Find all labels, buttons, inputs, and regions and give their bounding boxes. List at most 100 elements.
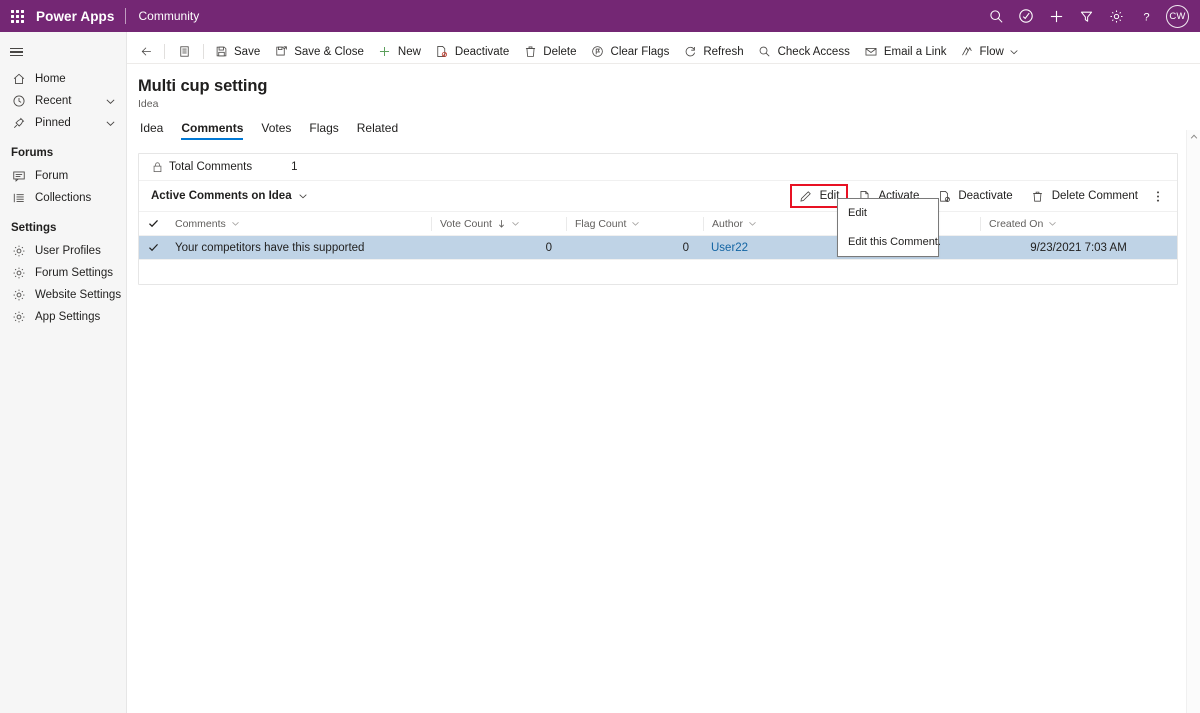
feedback-icon[interactable] xyxy=(1011,0,1041,32)
sidebar-item-label: User Profiles xyxy=(35,245,101,257)
total-comments-value: 1 xyxy=(291,161,298,173)
avatar[interactable]: CW xyxy=(1166,4,1189,28)
chevron-down-icon[interactable] xyxy=(511,219,520,228)
pin-icon xyxy=(11,115,27,131)
trash-icon xyxy=(1031,189,1045,203)
sidebar-item-label: Pinned xyxy=(35,117,71,129)
chevron-down-icon[interactable] xyxy=(748,219,757,228)
comments-card: Total Comments 1 Active Comments on Idea xyxy=(138,153,1178,285)
sidebar-item-label: Home xyxy=(35,73,66,85)
sort-descending-icon xyxy=(497,219,506,229)
save-close-icon xyxy=(274,45,288,59)
new-button[interactable]: New xyxy=(371,40,428,64)
brand-title[interactable]: Power Apps xyxy=(34,9,125,24)
sidebar-item-recent[interactable]: Recent xyxy=(0,90,126,112)
forum-icon xyxy=(11,168,27,184)
vertical-scrollbar[interactable] xyxy=(1186,130,1200,713)
subgrid-view-label: Active Comments on Idea xyxy=(151,190,292,202)
command-label: Save xyxy=(234,45,261,58)
chevron-down-icon[interactable] xyxy=(105,118,116,129)
chevron-down-icon[interactable] xyxy=(1048,219,1057,228)
total-comments-label: Total Comments xyxy=(169,161,253,173)
deactivate-button[interactable]: Deactivate xyxy=(428,40,516,64)
tab-votes[interactable]: Votes xyxy=(252,121,300,140)
check-access-icon xyxy=(758,45,772,59)
subgrid-view-selector[interactable]: Active Comments on Idea xyxy=(151,190,308,202)
plus-icon xyxy=(378,45,392,59)
form-selector-button[interactable] xyxy=(168,40,200,64)
table-row[interactable]: Your competitors have this supported 0 0… xyxy=(139,236,1177,260)
row-checkbox[interactable] xyxy=(139,242,167,253)
sidebar-item-home[interactable]: Home xyxy=(0,68,126,90)
clear-flags-button[interactable]: Clear Flags xyxy=(584,40,677,64)
sidebar-item-collections[interactable]: Collections xyxy=(0,187,126,209)
scroll-up-icon[interactable] xyxy=(1187,130,1200,144)
add-icon[interactable] xyxy=(1041,0,1071,32)
sidebar-group-settings: Settings xyxy=(11,222,57,234)
comments-grid: Comments Vote Count Flag Count Author Cr… xyxy=(139,211,1177,284)
tab-related[interactable]: Related xyxy=(348,121,407,140)
filter-icon[interactable] xyxy=(1071,0,1101,32)
sidebar-item-app-settings[interactable]: App Settings xyxy=(0,306,126,328)
flow-icon xyxy=(960,45,974,59)
gear-icon xyxy=(11,309,27,325)
back-button[interactable] xyxy=(131,40,161,64)
deactivate-button[interactable]: Deactivate xyxy=(928,184,1021,208)
app-name-label[interactable]: Community xyxy=(126,9,200,23)
column-header-vote-count[interactable]: Vote Count xyxy=(431,216,566,231)
command-divider xyxy=(203,44,204,59)
chevron-down-icon[interactable] xyxy=(105,96,116,107)
sidebar-item-label: App Settings xyxy=(35,311,101,323)
chevron-down-icon[interactable] xyxy=(631,219,640,228)
email-a-link-button[interactable]: Email a Link xyxy=(857,40,954,64)
delete-button[interactable]: Delete xyxy=(516,40,583,64)
help-icon[interactable]: ? xyxy=(1131,0,1161,32)
sidebar-item-user-profiles[interactable]: User Profiles xyxy=(0,240,126,262)
column-header-comments[interactable]: Comments xyxy=(167,217,431,231)
svg-text:?: ? xyxy=(1143,11,1149,23)
waffle-grid-icon[interactable] xyxy=(0,0,34,32)
search-icon[interactable] xyxy=(981,0,1011,32)
check-access-button[interactable]: Check Access xyxy=(751,40,857,64)
column-label: Author xyxy=(712,217,743,230)
column-label: Vote Count xyxy=(440,217,492,230)
more-commands-icon[interactable] xyxy=(1147,184,1169,208)
chevron-down-icon[interactable] xyxy=(231,219,240,228)
lock-icon xyxy=(151,161,164,174)
tab-comments[interactable]: Comments xyxy=(172,121,252,140)
sidebar-group-forums: Forums xyxy=(11,147,54,159)
sidebar-item-forum[interactable]: Forum xyxy=(0,165,126,187)
select-all-checkbox[interactable] xyxy=(139,218,167,229)
column-header-created-on[interactable]: Created On xyxy=(980,216,1177,231)
save-button[interactable]: Save xyxy=(207,40,267,64)
settings-gear-icon[interactable] xyxy=(1101,0,1131,32)
tab-idea[interactable]: Idea xyxy=(138,121,172,140)
gear-icon xyxy=(11,243,27,259)
tooltip-title: Edit xyxy=(848,207,867,219)
sidebar-item-website-settings[interactable]: Website Settings xyxy=(0,284,126,306)
refresh-icon xyxy=(683,45,697,59)
save-icon xyxy=(214,45,228,59)
column-header-flag-count[interactable]: Flag Count xyxy=(566,216,703,231)
chevron-down-icon[interactable] xyxy=(298,191,308,201)
gear-icon xyxy=(11,265,27,281)
back-arrow-icon xyxy=(139,45,153,59)
sidebar-item-label: Collections xyxy=(35,192,92,204)
save-and-close-button[interactable]: Save & Close xyxy=(267,40,371,64)
flow-button[interactable]: Flow xyxy=(953,40,1026,64)
entity-name: Idea xyxy=(138,98,159,110)
chevron-down-icon[interactable] xyxy=(1009,45,1020,59)
collections-icon xyxy=(11,190,27,206)
sidebar-item-label: Forum Settings xyxy=(35,267,113,279)
page-title: Multi cup setting xyxy=(138,77,268,95)
sidebar-item-forum-settings[interactable]: Forum Settings xyxy=(0,262,126,284)
tab-flags[interactable]: Flags xyxy=(300,121,347,140)
delete-comment-button[interactable]: Delete Comment xyxy=(1022,184,1147,208)
command-label: Deactivate xyxy=(454,45,510,58)
refresh-button[interactable]: Refresh xyxy=(676,40,750,64)
sidebar-item-pinned[interactable]: Pinned xyxy=(0,112,126,134)
author-link[interactable]: User22 xyxy=(711,242,748,254)
sitemap-toggle-icon[interactable] xyxy=(0,36,126,68)
subgrid-toolbar: Active Comments on Idea Edit Activate De… xyxy=(139,181,1177,211)
command-divider xyxy=(164,44,165,59)
